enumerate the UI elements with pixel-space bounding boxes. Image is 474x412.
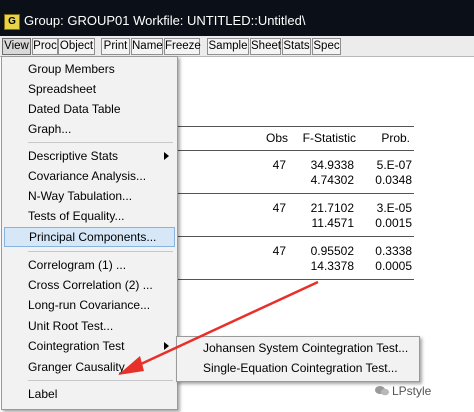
menu-item-group-members[interactable]: Group Members	[4, 59, 175, 79]
menu-separator	[28, 142, 173, 143]
app-icon: G	[4, 14, 20, 30]
menu-item-tests-of-equality[interactable]: Tests of Equality...	[4, 206, 175, 226]
table-header-rule	[176, 150, 414, 151]
table-row-rule	[176, 193, 414, 194]
sheet-button[interactable]: Sheet	[250, 38, 281, 55]
table-top-rule	[176, 126, 414, 127]
menu-item-label: Descriptive Stats	[28, 149, 119, 163]
table-cell-fstat: 11.4571	[311, 216, 355, 230]
menu-item-correlogram[interactable]: Correlogram (1) ...	[4, 255, 175, 275]
table-cell-obs: 47	[272, 244, 286, 258]
cointegration-submenu: Johansen System Cointegration Test... Si…	[176, 336, 420, 382]
header-fstat: F-Statistic	[302, 131, 356, 145]
wechat-icon	[375, 386, 389, 396]
menu-item-label[interactable]: Label	[4, 384, 175, 404]
header-prob: Prob.	[381, 131, 410, 145]
table-cell-obs: 47	[272, 158, 286, 172]
menu-item-unit-root-test[interactable]: Unit Root Test...	[4, 316, 175, 336]
menu-item-dated-data-table[interactable]: Dated Data Table	[4, 99, 175, 119]
menu-separator	[28, 251, 173, 252]
table-cell-prob: 5.E-07	[376, 158, 412, 172]
table-cell-fstat: 14.3378	[310, 259, 354, 273]
menu-item-long-run-covariance[interactable]: Long-run Covariance...	[4, 295, 175, 315]
submenu-item-johansen[interactable]: Johansen System Cointegration Test...	[179, 338, 417, 358]
watermark-text: LPstyle	[392, 384, 432, 398]
table-cell-prob: 0.0348	[375, 173, 412, 187]
menu-item-graph[interactable]: Graph...	[4, 119, 175, 139]
proc-menu: Group Members Spreadsheet Dated Data Tab…	[1, 56, 178, 410]
header-obs: Obs	[265, 131, 288, 145]
spec-button[interactable]: Spec	[312, 38, 341, 55]
menu-item-n-way-tabulation[interactable]: N-Way Tabulation...	[4, 186, 175, 206]
menu-item-granger-causality[interactable]: Granger Causality...	[4, 357, 175, 377]
table-cell-prob: 0.0015	[375, 216, 412, 230]
window-title: Group: GROUP01 Workfile: UNTITLED::Untit…	[24, 13, 306, 28]
view-button[interactable]: View	[2, 38, 31, 55]
submenu-arrow-icon	[164, 152, 169, 160]
menu-item-descriptive-stats[interactable]: Descriptive Stats	[4, 146, 175, 166]
menu-separator	[28, 380, 173, 381]
menu-item-principal-components[interactable]: Principal Components...	[4, 227, 175, 247]
table-cell-obs: 47	[272, 201, 286, 215]
title-bar: G Group: GROUP01 Workfile: UNTITLED::Unt…	[0, 0, 474, 36]
proc-button[interactable]: Proc	[32, 38, 58, 55]
menu-item-cross-correlation[interactable]: Cross Correlation (2) ...	[4, 275, 175, 295]
table-row-rule	[176, 236, 414, 237]
submenu-item-single-equation[interactable]: Single-Equation Cointegration Test...	[179, 358, 417, 378]
table-cell-fstat: 0.95502	[310, 244, 354, 258]
submenu-arrow-icon	[164, 342, 169, 350]
sample-button[interactable]: Sample	[207, 38, 249, 55]
table-cell-fstat: 34.9338	[310, 158, 354, 172]
freeze-button[interactable]: Freeze	[164, 38, 201, 55]
table-cell-prob: 3.E-05	[376, 201, 412, 215]
name-button[interactable]: Name	[131, 38, 163, 55]
print-button[interactable]: Print	[101, 38, 130, 55]
menu-item-spreadsheet[interactable]: Spreadsheet	[4, 79, 175, 99]
table-cell-prob: 0.3338	[375, 244, 412, 258]
stats-button[interactable]: Stats	[282, 38, 311, 55]
table-cell-fstat: 21.7102	[310, 201, 354, 215]
table-cell-fstat: 4.74302	[310, 173, 354, 187]
menu-item-covariance-analysis[interactable]: Covariance Analysis...	[4, 166, 175, 186]
group-toolbar: View Proc Object Print Name Freeze Sampl…	[0, 36, 474, 57]
object-button[interactable]: Object	[58, 38, 95, 55]
table-cell-prob: 0.0005	[375, 259, 412, 273]
table-bottom-rule	[176, 279, 414, 280]
menu-item-cointegration-test[interactable]: Cointegration Test	[4, 336, 175, 356]
menu-item-label: Cointegration Test	[28, 339, 125, 353]
